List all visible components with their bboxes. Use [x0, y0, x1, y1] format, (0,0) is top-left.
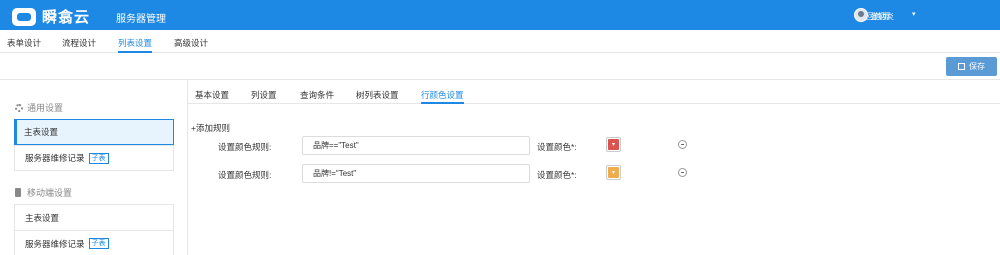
- rule-label: 设置颜色规则:: [218, 170, 272, 180]
- avatar[interactable]: [854, 8, 868, 22]
- toolbar: 保存: [0, 53, 1000, 80]
- tab-query-conditions[interactable]: 查询条件: [300, 89, 334, 101]
- tab-tree-list-settings[interactable]: 树列表设置: [356, 89, 399, 101]
- mobile-settings-label: 移动端设置: [27, 188, 73, 198]
- tab-column-settings[interactable]: 列设置: [251, 89, 277, 101]
- sidebar-item-mobile-repair-records[interactable]: 服务器维修记录 子表: [14, 230, 174, 255]
- color-label: 设置颜色*:: [537, 170, 577, 180]
- user-name[interactable]: 张炳炎: [870, 11, 894, 22]
- logo[interactable]: 瞬翕云: [12, 6, 90, 27]
- design-tabs: 表单设计 流程设计 列表设置 高级设计: [0, 30, 1000, 53]
- save-button-label: 保存: [969, 62, 985, 71]
- list-settings-tabs: 基本设置 列设置 查询条件 树列表设置 行颜色设置: [188, 80, 1000, 104]
- chevron-down-icon: ▾: [608, 167, 619, 178]
- sidebar-item-label: 服务器维修记录: [25, 153, 85, 163]
- rule-expression-input[interactable]: 品牌=="Test": [302, 136, 530, 155]
- tab-row-color-settings[interactable]: 行颜色设置: [421, 89, 464, 104]
- sub-table-badge: 子表: [88, 152, 109, 164]
- remove-rule-icon[interactable]: [678, 168, 687, 177]
- sidebar-item-label: 主表设置: [25, 212, 60, 223]
- app-header: 瞬翕云 服务器管理 返回首页 张炳炎 ▾: [0, 0, 1000, 30]
- general-settings-label: 通用设置: [27, 103, 64, 113]
- save-button[interactable]: 保存: [946, 57, 997, 76]
- gear-icon: [15, 103, 23, 112]
- tab-advanced-design[interactable]: 高级设计: [174, 37, 208, 49]
- mobile-icon: [15, 188, 21, 197]
- rule-label: 设置颜色规则:: [218, 142, 272, 152]
- sidebar-item-mobile-main-table[interactable]: 主表设置: [14, 204, 174, 230]
- tab-basic-settings[interactable]: 基本设置: [195, 89, 229, 101]
- sidebar-item-main-table[interactable]: 主表设置: [14, 119, 174, 145]
- main-panel: 基本设置 列设置 查询条件 树列表设置 行颜色设置 +添加规则 设置颜色规则: …: [188, 80, 1000, 255]
- tab-list-settings[interactable]: 列表设置: [118, 37, 153, 53]
- tab-form-design[interactable]: 表单设计: [7, 37, 41, 49]
- save-icon: [958, 63, 965, 70]
- sidebar-item-repair-records[interactable]: 服务器维修记录 子表: [14, 145, 174, 171]
- color-rule-row: 设置颜色规则: 品牌!="Test" 设置颜色*: ▾: [188, 164, 1000, 184]
- tab-flow-design[interactable]: 流程设计: [62, 37, 96, 49]
- sub-table-badge: 子表: [88, 238, 109, 249]
- sidebar-item-label: 主表设置: [24, 127, 59, 137]
- color-picker[interactable]: ▾: [606, 137, 621, 152]
- sidebar: 通用设置 主表设置 服务器维修记录 子表 移动端设置 主表设置 服务器维修记录 …: [0, 80, 188, 255]
- app-title: 服务器管理: [116, 14, 166, 25]
- general-settings-title: 通用设置: [15, 101, 63, 114]
- add-rule-button[interactable]: +添加规则: [191, 122, 230, 134]
- chevron-down-icon[interactable]: ▾: [912, 10, 916, 18]
- logo-icon: [12, 7, 36, 26]
- logo-text: 瞬翕云: [42, 9, 91, 26]
- color-picker[interactable]: ▾: [606, 165, 621, 180]
- sidebar-item-label: 服务器维修记录: [25, 238, 85, 249]
- chevron-down-icon: ▾: [608, 139, 619, 150]
- color-label: 设置颜色*:: [537, 142, 577, 152]
- remove-rule-icon[interactable]: [678, 140, 687, 149]
- color-rule-row: 设置颜色规则: 品牌=="Test" 设置颜色*: ▾: [188, 136, 1000, 156]
- rule-expression-input[interactable]: 品牌!="Test": [302, 164, 530, 183]
- mobile-settings-title: 移动端设置: [15, 186, 72, 199]
